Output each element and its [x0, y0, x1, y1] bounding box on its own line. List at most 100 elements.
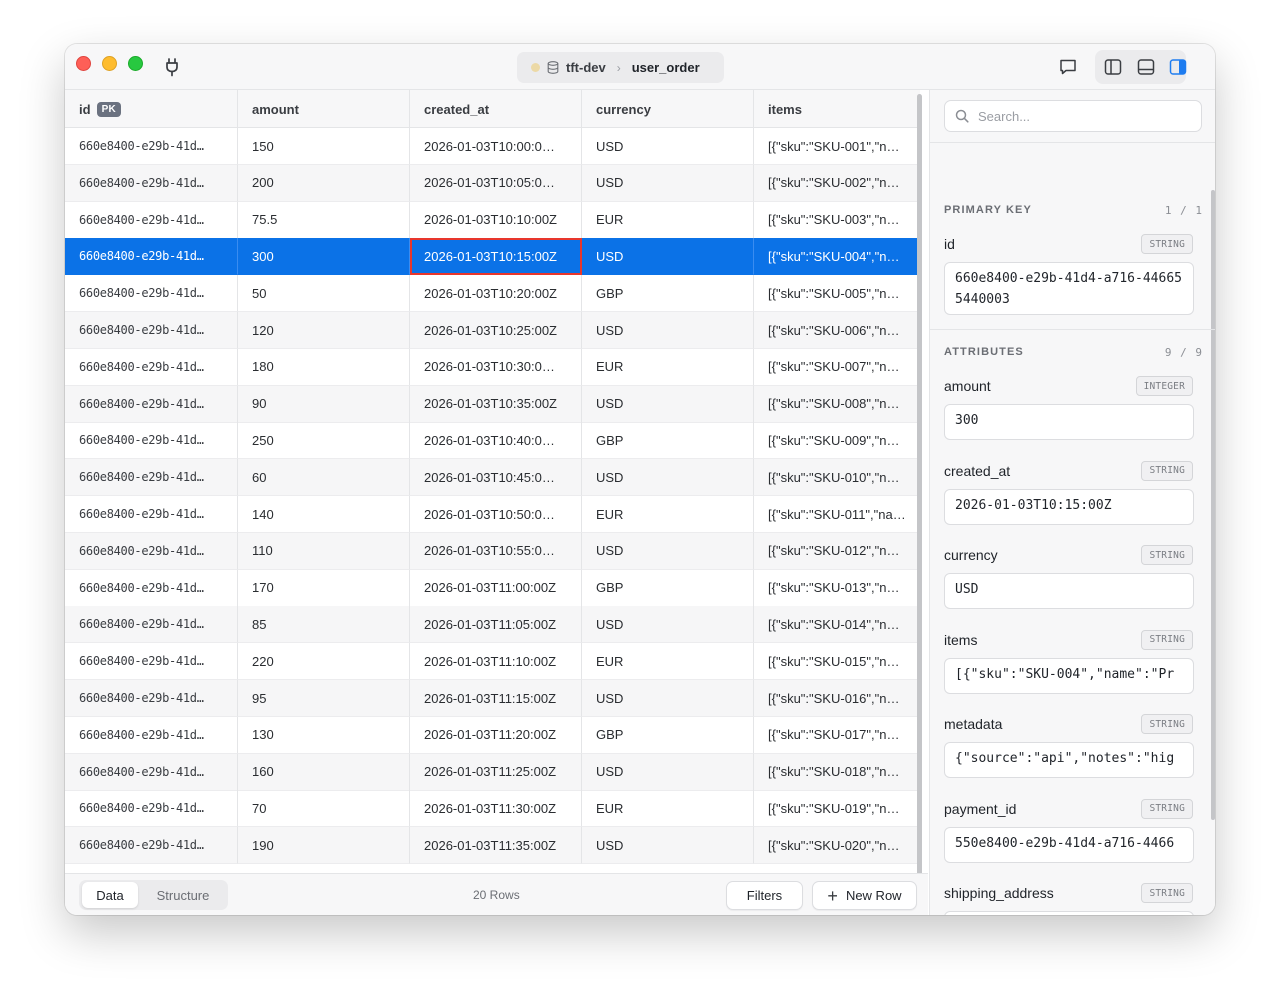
table-row[interactable]: 660e8400-e29b-41d… 170 2026-01-03T11:00:00… — [65, 569, 920, 607]
field-value-amount[interactable]: 300 — [944, 404, 1194, 440]
table-cell-created-at[interactable]: 2026-01-03T10:05:0… — [410, 164, 582, 202]
table-cell-amount[interactable]: 70 — [238, 790, 410, 828]
table-row[interactable]: 660e8400-e29b-41d… 50 2026-01-03T10:20:00Z… — [65, 275, 920, 313]
table-cell-currency[interactable]: USD — [582, 606, 754, 644]
table-cell-id[interactable]: 660e8400-e29b-41d… — [65, 532, 238, 570]
table-row[interactable]: 660e8400-e29b-41d… 140 2026-01-03T10:50:0…… — [65, 496, 920, 533]
new-row-button[interactable]: + New Row — [812, 881, 917, 910]
table-cell-created-at[interactable]: 2026-01-03T11:15:00Z — [410, 680, 582, 717]
table-row[interactable]: 660e8400-e29b-41d… 190 2026-01-03T11:35:00… — [65, 827, 920, 865]
filters-button[interactable]: Filters — [726, 881, 803, 910]
table-cell-amount[interactable]: 170 — [238, 569, 410, 607]
table-cell-id[interactable]: 660e8400-e29b-41d… — [65, 422, 238, 460]
field-value-payment-id[interactable]: 550e8400-e29b-41d4-a716-4466 — [944, 826, 1194, 863]
table-cell-currency[interactable]: GBP — [582, 422, 754, 460]
table-cell-currency[interactable]: USD — [582, 312, 754, 349]
breadcrumb-table[interactable]: user_order — [632, 60, 700, 75]
table-cell-currency[interactable]: EUR — [582, 496, 754, 533]
table-cell-id[interactable]: 660e8400-e29b-41d… — [65, 606, 238, 644]
breadcrumb[interactable]: tft-dev › user_order — [517, 52, 724, 83]
table-cell-amount[interactable]: 160 — [238, 753, 410, 791]
table-cell-id[interactable]: 660e8400-e29b-41d… — [65, 238, 238, 276]
table-cell-id[interactable]: 660e8400-e29b-41d… — [65, 459, 238, 497]
table-cell-currency[interactable]: EUR — [582, 643, 754, 681]
table-cell-items[interactable]: [{"sku":"SKU-004","n… — [754, 238, 920, 276]
table-cell-amount[interactable]: 220 — [238, 643, 410, 681]
table-cell-amount[interactable]: 95 — [238, 680, 410, 717]
table-cell-id[interactable]: 660e8400-e29b-41d… — [65, 496, 238, 533]
table-cell-currency[interactable]: USD — [582, 164, 754, 202]
table-row[interactable]: 660e8400-e29b-41d… 130 2026-01-03T11:20:00… — [65, 716, 920, 754]
field-value-currency[interactable]: USD — [944, 573, 1194, 609]
table-cell-currency[interactable]: GBP — [582, 716, 754, 754]
field-value-items[interactable]: [{"sku":"SKU-004","name":"Pr — [944, 657, 1194, 694]
close-window-button[interactable] — [76, 56, 91, 71]
table-cell-created-at[interactable]: 2026-01-03T10:15:00Z — [410, 238, 582, 276]
table-cell-created-at[interactable]: 2026-01-03T11:25:00Z — [410, 753, 582, 791]
field-value-created-at[interactable]: 2026-01-03T10:15:00Z — [944, 488, 1194, 525]
table-cell-currency[interactable]: USD — [582, 753, 754, 791]
table-cell-currency[interactable]: GBP — [582, 275, 754, 313]
sidebar-right-icon[interactable] — [1168, 57, 1188, 77]
table-row[interactable]: 660e8400-e29b-41d… 160 2026-01-03T11:25:00… — [65, 753, 920, 791]
table-cell-id[interactable]: 660e8400-e29b-41d… — [65, 827, 238, 865]
table-cell-id[interactable]: 660e8400-e29b-41d… — [65, 680, 238, 717]
table-row[interactable]: 660e8400-e29b-41d… 75.5 2026-01-03T10:10:0… — [65, 201, 920, 239]
column-header-currency[interactable]: currency — [582, 90, 754, 128]
table-cell-created-at[interactable]: 2026-01-03T10:10:00Z — [410, 201, 582, 239]
table-cell-items[interactable]: [{"sku":"SKU-005","n… — [754, 275, 920, 313]
table-cell-items[interactable]: [{"sku":"SKU-018","n… — [754, 754, 920, 791]
table-cell-currency[interactable]: USD — [582, 680, 754, 717]
column-header-created-at[interactable]: created_at — [410, 90, 582, 128]
field-value-shipping-address[interactable]: {"line1":"10 Broadway","city — [944, 911, 1194, 915]
table-row[interactable]: 660e8400-e29b-41d… 60 2026-01-03T10:45:0… U… — [65, 459, 920, 497]
table-cell-id[interactable]: 660e8400-e29b-41d… — [65, 164, 238, 202]
table-cell-items[interactable]: [{"sku":"SKU-003","n… — [754, 202, 920, 239]
table-cell-items[interactable]: [{"sku":"SKU-016","n… — [754, 680, 920, 717]
table-cell-amount[interactable]: 120 — [238, 312, 410, 349]
table-cell-id[interactable]: 660e8400-e29b-41d… — [65, 753, 238, 791]
table-row[interactable]: 660e8400-e29b-41d… 90 2026-01-03T10:35:00Z… — [65, 385, 920, 423]
table-cell-id[interactable]: 660e8400-e29b-41d… — [65, 716, 238, 754]
table-cell-amount[interactable]: 50 — [238, 275, 410, 313]
table-cell-currency[interactable]: USD — [582, 238, 754, 276]
table-row[interactable]: 660e8400-e29b-41d… 300 2026-01-03T10:15:00… — [65, 238, 920, 276]
table-row[interactable]: 660e8400-e29b-41d… 150 2026-01-03T10:00:0…… — [65, 128, 920, 165]
table-cell-amount[interactable]: 140 — [238, 496, 410, 533]
table-cell-amount[interactable]: 60 — [238, 459, 410, 497]
table-cell-created-at[interactable]: 2026-01-03T10:35:00Z — [410, 385, 582, 423]
table-cell-created-at[interactable]: 2026-01-03T10:30:0… — [410, 348, 582, 386]
table-cell-created-at[interactable]: 2026-01-03T10:25:00Z — [410, 312, 582, 349]
table-row[interactable]: 660e8400-e29b-41d… 70 2026-01-03T11:30:00Z… — [65, 790, 920, 828]
table-cell-items[interactable]: [{"sku":"SKU-014","n… — [754, 606, 920, 644]
table-cell-created-at[interactable]: 2026-01-03T11:35:00Z — [410, 827, 582, 865]
table-cell-items[interactable]: [{"sku":"SKU-017","n… — [754, 717, 920, 754]
table-cell-amount[interactable]: 190 — [238, 827, 410, 865]
table-cell-items[interactable]: [{"sku":"SKU-015","n… — [754, 643, 920, 681]
table-cell-items[interactable]: [{"sku":"SKU-010","n… — [754, 459, 920, 497]
table-cell-amount[interactable]: 300 — [238, 238, 410, 276]
table-cell-amount[interactable]: 75.5 — [238, 201, 410, 239]
table-cell-currency[interactable]: USD — [582, 532, 754, 570]
table-cell-id[interactable]: 660e8400-e29b-41d… — [65, 385, 238, 423]
table-row[interactable]: 660e8400-e29b-41d… 180 2026-01-03T10:30:0…… — [65, 348, 920, 386]
table-cell-amount[interactable]: 110 — [238, 532, 410, 570]
chat-icon[interactable] — [1058, 57, 1078, 77]
search-input[interactable] — [978, 108, 1198, 124]
table-cell-items[interactable]: [{"sku":"SKU-007","n… — [754, 349, 920, 386]
table-cell-created-at[interactable]: 2026-01-03T11:20:00Z — [410, 716, 582, 754]
column-header-items[interactable]: items — [754, 90, 920, 128]
field-value-metadata[interactable]: {"source":"api","notes":"hig — [944, 742, 1194, 778]
table-row[interactable]: 660e8400-e29b-41d… 110 2026-01-03T10:55:0…… — [65, 532, 920, 570]
table-cell-amount[interactable]: 180 — [238, 348, 410, 386]
panel-scrollbar[interactable] — [1211, 190, 1215, 820]
table-cell-created-at[interactable]: 2026-01-03T10:55:0… — [410, 532, 582, 570]
plug-icon[interactable] — [164, 57, 180, 77]
column-header-amount[interactable]: amount — [238, 90, 410, 128]
tab-data[interactable]: Data — [82, 882, 138, 908]
table-cell-amount[interactable]: 90 — [238, 385, 410, 423]
table-cell-currency[interactable]: USD — [582, 385, 754, 423]
table-cell-created-at[interactable]: 2026-01-03T10:45:0… — [410, 459, 582, 497]
table-cell-id[interactable]: 660e8400-e29b-41d… — [65, 643, 238, 681]
vertical-scrollbar[interactable] — [917, 94, 922, 879]
